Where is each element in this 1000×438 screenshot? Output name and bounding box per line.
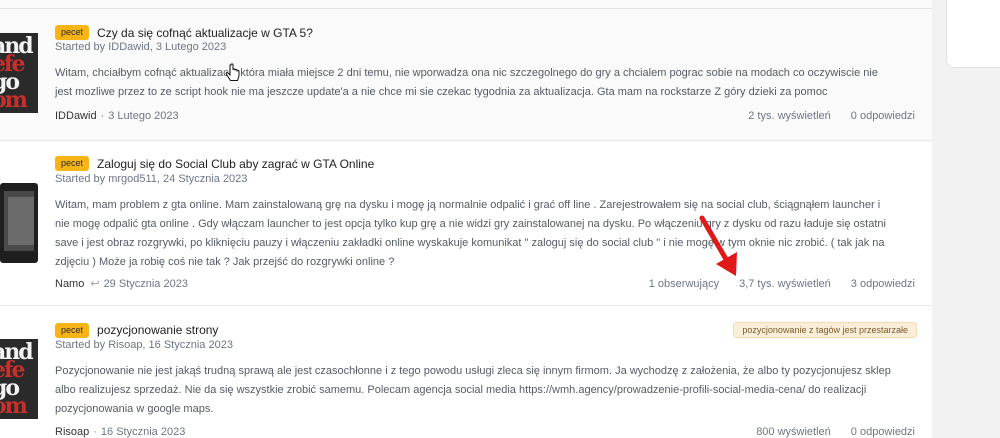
last-poster[interactable]: Namo — [55, 278, 84, 290]
avatar-logo-text: om — [0, 393, 28, 419]
previous-topic-edge — [0, 0, 932, 9]
last-poster[interactable]: Risoap — [55, 426, 89, 438]
replies-count: 0 odpowiedzi — [850, 426, 915, 438]
sidebar-widget — [946, 0, 1000, 68]
prefix-badge[interactable]: pecet — [55, 25, 90, 40]
topic-row[interactable]: and efe go om pecet pozycjonowanie stron… — [0, 306, 932, 438]
reply-icon: ↩ — [90, 278, 100, 290]
views-count: 3,7 tys. wyświetleń — [739, 277, 831, 290]
prefix-badge[interactable]: pecet — [55, 322, 90, 338]
excerpt-line: Witam, chciałbym cofnąć aktualizacje któ… — [55, 67, 878, 79]
topic-excerpt[interactable]: Witam, chciałbym cofnąć aktualizacje któ… — [55, 64, 915, 102]
excerpt-line: zdjęciu ) Może ja robię coś nie tak ? Ja… — [55, 256, 395, 268]
last-poster[interactable]: IDDawid — [55, 110, 97, 122]
last-post-date[interactable]: 29 Stycznia 2023 — [104, 278, 188, 290]
topic-excerpt[interactable]: Witam, mam problem z gta online. Mam zai… — [55, 196, 915, 272]
excerpt-line: nie mogę odpalić gta online . Gdy włącza… — [55, 218, 886, 230]
author-avatar[interactable]: and efe go om — [0, 33, 38, 113]
excerpt-line: save i jest obraz rozgrywki, po kliknięc… — [55, 237, 885, 249]
prefix-badge[interactable]: pecet — [55, 156, 90, 171]
topic-started: Started by mrgod511, 24 Stycznia 2023 — [55, 173, 248, 185]
separator: · — [100, 110, 105, 122]
avatar-logo-text: om — [0, 87, 28, 113]
avatar-image — [8, 197, 34, 245]
separator: · — [93, 426, 97, 438]
topic-started: Started by IDDawid, 3 Lutego 2023 — [55, 41, 227, 53]
red-arrow-annotation-icon — [699, 215, 737, 276]
author-avatar[interactable] — [0, 183, 38, 263]
last-post-date[interactable]: 3 Lutego 2023 — [108, 110, 178, 122]
topic-row[interactable]: and efe go om pecet Czy da się cofnąć ak… — [0, 9, 932, 141]
views-count: 800 wyświetleń — [756, 426, 831, 438]
excerpt-line: pozycjonowania w google maps. — [55, 403, 214, 415]
excerpt-line: Pozycjonowanie nie jest jakąś trudną spr… — [55, 365, 891, 377]
views-count: 2 tys. wyświetleń — [748, 110, 831, 122]
last-post-date[interactable]: 16 Stycznia 2023 — [101, 426, 185, 438]
excerpt-line: albo realizujesz sprzedaż. Nie da się ws… — [55, 384, 867, 396]
topic-title[interactable]: Zaloguj się do Social Club aby zagrać w … — [97, 157, 374, 171]
deprecated-tag-notice: pozycjonowanie z tagów jest przestarzałe — [733, 322, 917, 338]
replies-count: 0 odpowiedzi — [850, 110, 915, 122]
topic-started: Started by Risoap, 16 Stycznia 2023 — [55, 339, 233, 351]
topic-title[interactable]: Czy da się cofnąć aktualizacje w GTA 5? — [97, 26, 313, 40]
author-avatar[interactable]: and efe go om — [0, 339, 38, 419]
hand-cursor-icon — [225, 63, 240, 81]
replies-count: 3 odpowiedzi — [850, 277, 915, 290]
topic-row[interactable]: pecet Zaloguj się do Social Club aby zag… — [0, 141, 932, 306]
topic-list: and efe go om pecet Czy da się cofnąć ak… — [0, 0, 932, 438]
topic-title[interactable]: pozycjonowanie strony — [97, 323, 218, 337]
excerpt-line: Witam, mam problem z gta online. Mam zai… — [55, 199, 881, 211]
excerpt-line: jest mozliwe przez to ze script hook nie… — [55, 86, 828, 98]
topic-excerpt[interactable]: Pozycjonowanie nie jest jakąś trudną spr… — [55, 362, 915, 419]
